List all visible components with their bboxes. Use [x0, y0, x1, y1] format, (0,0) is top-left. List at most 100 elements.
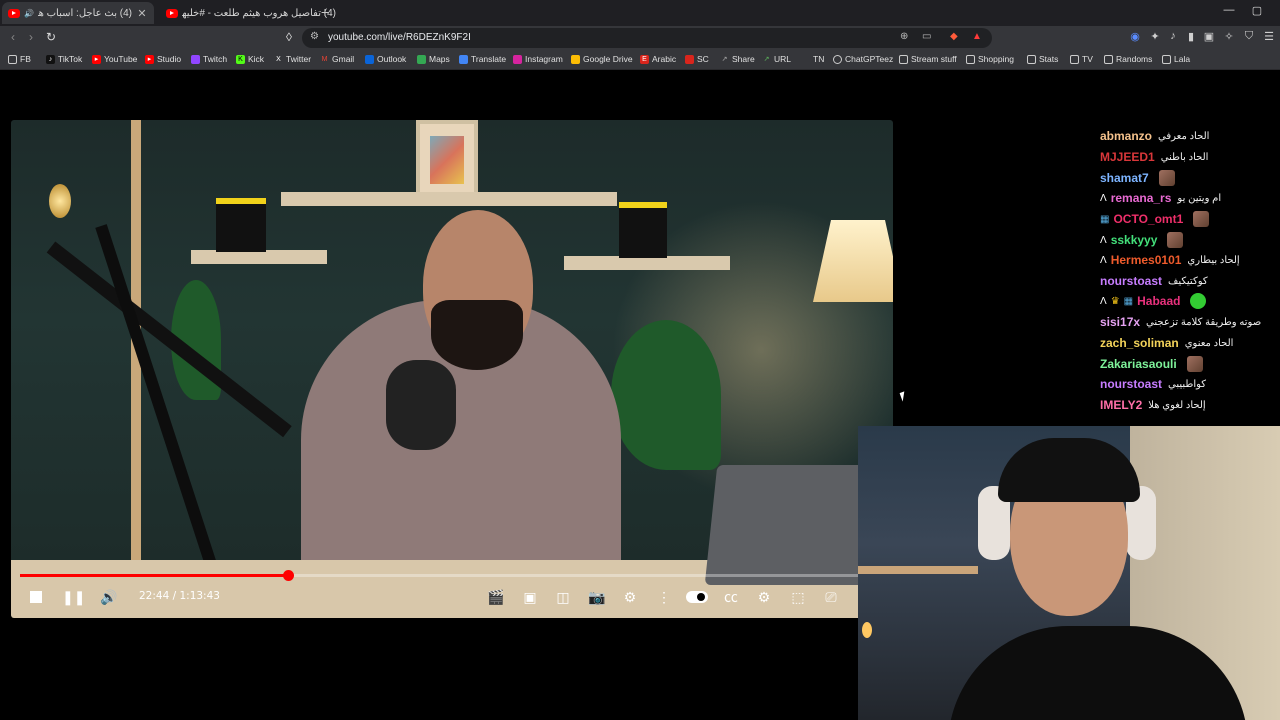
chat-text: كواطبيبي — [1168, 378, 1207, 390]
bookmark-maps[interactable]: Maps — [417, 54, 450, 64]
more-options-button[interactable]: ⋮ — [654, 587, 674, 607]
bookmark-share[interactable]: ↗ Share — [720, 54, 755, 64]
maximize-icon[interactable]: ▢ — [1250, 4, 1264, 17]
autoplay-toggle[interactable] — [686, 591, 708, 603]
chat-message: nourstoast كواطبيبي — [1100, 374, 1206, 394]
miniplayer-button[interactable]: ▣ — [520, 587, 540, 607]
bookmark-tiktok[interactable]: ♪ TikTok — [46, 54, 82, 64]
book — [619, 202, 667, 258]
bookmark-tv[interactable]: TV — [1070, 54, 1093, 64]
chat-overlay: abmanzo الحاد معرفي MJJEED1 الحاد باطني sh… — [1100, 112, 1280, 418]
wall-frame — [416, 120, 478, 202]
menu-icon[interactable]: ☰ — [1262, 30, 1276, 43]
clip-icon: 🎬 — [487, 589, 505, 605]
pause-button[interactable]: ❚❚ — [62, 587, 85, 607]
bookmark-url[interactable]: ↗ URL — [762, 54, 791, 64]
progress-fill — [20, 574, 289, 577]
bookmark-tn[interactable]: TN — [813, 54, 824, 64]
cast-icon[interactable]: ▭ — [922, 31, 931, 42]
youtube-favicon-icon — [8, 8, 20, 18]
reload-icon[interactable]: ↻ — [44, 30, 58, 44]
bookmark-google-drive[interactable]: Google Drive — [571, 54, 633, 64]
wallet-icon[interactable]: ▣ — [1202, 30, 1216, 43]
bookmark-gmail[interactable]: M Gmail — [320, 54, 355, 64]
progress-bar[interactable] — [20, 570, 858, 581]
kick-icon: K — [236, 54, 245, 64]
folder-icon — [1070, 54, 1079, 64]
bookmark-stats[interactable]: Stats — [1027, 54, 1058, 64]
forward-icon[interactable]: › — [24, 30, 38, 44]
bookmark-twitter[interactable]: X Twitter — [274, 54, 311, 64]
bookmark-youtube[interactable]: ▸ YouTube — [92, 54, 137, 64]
bookmark-chatgpteez[interactable]: ChatGPTeez — [833, 54, 893, 64]
streamer-cap — [998, 438, 1140, 502]
extensions-icon[interactable]: ✦ — [1148, 30, 1162, 43]
youtube-favicon-icon — [166, 8, 178, 18]
new-tab-button[interactable]: + — [318, 4, 332, 20]
mouse-cursor-icon — [899, 391, 908, 402]
brave-shield-icon[interactable]: ◆ — [950, 31, 958, 42]
tab-strip: 🔊 (4) بث عاجل: أسباب هروب أبو ✕ (4) تفاص… — [0, 0, 1280, 26]
bookmark-lala[interactable]: Lala — [1162, 54, 1190, 64]
bookmark-sc[interactable]: SC — [685, 54, 709, 64]
chat-message: IMELY2 إلحاد لغوي هلا — [1100, 395, 1206, 415]
minimize-icon[interactable]: — — [1222, 4, 1236, 16]
leo-icon[interactable]: ✧ — [1222, 30, 1236, 43]
bookmark-stream-stuff[interactable]: Stream stuff — [899, 54, 957, 64]
music-icon[interactable]: ♪ — [1166, 30, 1180, 42]
chat-username: Hermes0101 — [1110, 253, 1182, 267]
shield-icon[interactable]: ⛉ — [1242, 30, 1256, 43]
sidebar-icon[interactable]: ▮ — [1184, 30, 1198, 43]
studio-icon: ▸ — [145, 54, 154, 64]
rewards-icon[interactable]: ▲ — [972, 31, 982, 42]
stop-button[interactable] — [26, 587, 46, 607]
bookmark-shopping[interactable]: Shopping — [966, 54, 1014, 64]
player-settings-button[interactable]: ⚙ — [754, 587, 774, 607]
bookmark-kick[interactable]: K Kick — [236, 54, 264, 64]
chat-message: ▦ OCTO_omt1 — [1100, 209, 1210, 229]
chat-message: Λ ♛ ▦ Habaad — [1100, 291, 1207, 311]
bookmark-translate[interactable]: Translate — [459, 54, 506, 64]
bookmark-instagram[interactable]: Instagram — [513, 54, 563, 64]
vpn-icon[interactable]: ◉ — [1128, 30, 1142, 43]
settings-button[interactable]: ⚙ — [620, 587, 640, 607]
address-bar[interactable]: ⚙ youtube.com/live/R6DEZnK9F2I ⊕ ▭ ◆ ▲ — [302, 28, 992, 48]
gear-icon: ⚙ — [623, 589, 637, 605]
bookmark-twitch[interactable]: Twitch — [191, 54, 227, 64]
share-icon: ↗ — [721, 55, 728, 63]
microphone — [386, 360, 456, 450]
bookmark-randoms[interactable]: Randoms — [1104, 54, 1152, 64]
chat-username: zach_soliman — [1100, 336, 1179, 350]
split-view-button[interactable]: ◫ — [553, 587, 573, 607]
chat-username: sisi17x — [1100, 315, 1141, 329]
cast-icon: ⎚ — [825, 589, 837, 605]
chat-text: الحاد باطني — [1160, 151, 1209, 163]
bookmark-fb[interactable]: FB — [8, 54, 31, 64]
zoom-icon[interactable]: ⊕ — [900, 31, 908, 42]
back-icon[interactable]: ‹ — [6, 30, 20, 44]
bookmark-outlook[interactable]: Outlook — [365, 54, 406, 64]
google-drive-icon — [571, 54, 580, 64]
bookmark-studio[interactable]: ▸ Studio — [145, 54, 181, 64]
theater-mode-button[interactable]: ⬚ — [788, 587, 808, 607]
presenter-beard — [431, 300, 523, 370]
site-info-icon[interactable]: ⚙ — [310, 31, 319, 42]
url-icon: ↗ — [763, 55, 770, 63]
folder-icon — [899, 54, 908, 64]
tab-active[interactable]: 🔊 (4) بث عاجل: أسباب هروب أبو ✕ — [2, 2, 154, 24]
bookmark-arabic[interactable]: E Arabic — [640, 54, 676, 64]
bookmark-icon[interactable]: ◊ — [282, 30, 296, 44]
captions-button[interactable]: ㏄ — [721, 587, 741, 607]
translate-icon — [459, 54, 468, 64]
cast-button[interactable]: ⎚ — [821, 587, 841, 607]
badge-icon: ▦ — [1123, 295, 1134, 307]
close-tab-icon[interactable]: ✕ — [136, 7, 148, 20]
chat-username: sskkyyy — [1110, 233, 1158, 247]
speaker-icon[interactable]: 🔊 — [24, 9, 34, 18]
clip-button[interactable]: 🎬 — [486, 587, 506, 607]
volume-button[interactable]: 🔊 — [99, 587, 119, 607]
badge-icon: Λ — [1100, 234, 1107, 246]
screenshot-button[interactable]: 📷 — [587, 587, 607, 607]
tab-inactive[interactable]: (4) تفاصيل هروب هيثم طلعت - #خليها... — [160, 2, 342, 24]
video-player[interactable] — [11, 120, 893, 618]
